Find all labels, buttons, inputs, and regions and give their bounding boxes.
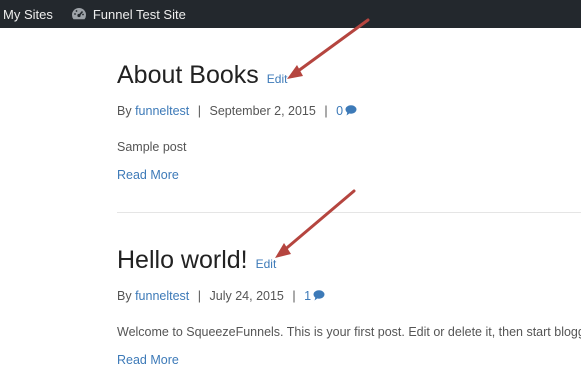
post-title[interactable]: About Books — [117, 60, 259, 90]
site-name-label: Funnel Test Site — [92, 6, 186, 22]
meta-separator: | — [324, 104, 328, 118]
post-divider — [117, 212, 581, 213]
meta-separator: | — [197, 289, 202, 303]
site-name-menu[interactable]: Funnel Test Site — [65, 0, 192, 28]
comments-link[interactable]: 1 — [304, 289, 325, 303]
dashboard-icon — [71, 8, 86, 20]
post-hello-world: Hello world! Edit By funneltest | July 2… — [117, 245, 581, 369]
post-title[interactable]: Hello world! — [117, 245, 248, 275]
meta-separator: | — [197, 104, 202, 118]
author-link[interactable]: funneltest — [135, 289, 189, 303]
post-date: September 2, 2015 — [209, 104, 316, 118]
my-sites-label: My Sites — [3, 6, 53, 22]
meta-separator: | — [292, 289, 296, 303]
comment-count: 1 — [304, 289, 312, 303]
by-label: By — [117, 289, 132, 303]
comment-count: 0 — [336, 104, 344, 118]
comment-bubble-icon — [345, 105, 357, 116]
read-more-link[interactable]: Read More — [117, 168, 179, 182]
post-date: July 24, 2015 — [209, 289, 284, 303]
post-title-row: Hello world! Edit — [117, 245, 581, 275]
comments-link[interactable]: 0 — [336, 104, 357, 118]
post-meta: By funneltest | July 24, 2015 | 1 — [117, 289, 581, 303]
comment-bubble-icon — [313, 290, 325, 301]
author-link[interactable]: funneltest — [135, 104, 189, 118]
post-about-books: About Books Edit By funneltest | Septemb… — [117, 60, 581, 184]
post-excerpt: Welcome to SqueezeFunnels. This is your … — [117, 325, 581, 339]
post-meta: By funneltest | September 2, 2015 | 0 — [117, 104, 581, 118]
edit-link[interactable]: Edit — [256, 257, 277, 271]
edit-link[interactable]: Edit — [267, 72, 288, 86]
post-excerpt: Sample post — [117, 140, 187, 154]
read-more-link[interactable]: Read More — [117, 353, 179, 367]
by-label: By — [117, 104, 132, 118]
admin-bar: My Sites Funnel Test Site — [0, 0, 581, 28]
post-title-row: About Books Edit — [117, 60, 581, 90]
my-sites-menu[interactable]: My Sites — [0, 0, 65, 28]
